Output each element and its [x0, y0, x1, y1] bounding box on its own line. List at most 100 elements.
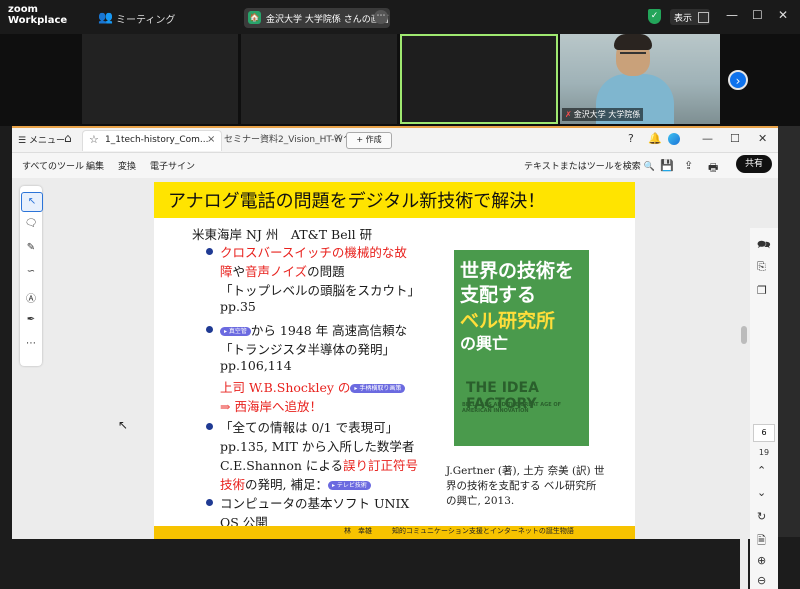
zoom-top-bar: zoom Workplace 👥 ミーティング 🏠 金沢大学 大学院係 さんの画… — [0, 0, 800, 34]
share-badge-icon: 🏠 — [248, 11, 261, 24]
document-area[interactable]: ↖ 🗨 ✎ ∽ Ⓐ ✒ ⋯ ↖ アナログ電話の問題をデジタル新技術で解決！ 米東… — [12, 178, 778, 589]
share-button[interactable]: 共有 — [736, 155, 772, 173]
comments-panel-icon[interactable]: 🗪 — [757, 236, 771, 255]
participant-name: 金沢大学 大学院係 — [573, 110, 641, 119]
freehand-icon[interactable]: ∽ — [20, 266, 42, 277]
vertical-scrollbar[interactable] — [740, 228, 748, 589]
maximize-icon[interactable]: ☐ — [730, 132, 740, 145]
text-segment: の発明, 補足： — [245, 477, 328, 492]
page-up-icon[interactable]: ⌃ — [757, 464, 766, 477]
star-icon[interactable]: ☆ — [89, 133, 99, 146]
pen-icon[interactable]: ✎ — [20, 242, 42, 253]
bullet2-line2: 「トランジスタ半導体の発明」 — [220, 342, 396, 357]
search-icon: 🔍 — [643, 162, 655, 172]
print-icon[interactable]: 🖶 — [708, 159, 718, 178]
meeting-label[interactable]: ミーティング — [116, 11, 175, 26]
menu-button[interactable]: ☰ メニュー — [18, 133, 65, 146]
video-tile[interactable] — [241, 34, 397, 124]
link-pill-vacuum[interactable]: ▸ 真空管 — [220, 327, 251, 336]
view-button[interactable]: 表示 — [670, 9, 710, 25]
menu-label: メニュー — [28, 136, 65, 146]
home-icon[interactable]: ⌂ — [64, 131, 72, 145]
bullet4-line1: コンピュータの基本ソフト UNIX — [220, 496, 410, 511]
gallery-next-button[interactable]: › — [728, 70, 748, 90]
close-icon[interactable]: ✕ — [758, 132, 767, 145]
bookmark-icon[interactable]: ⎘ — [757, 260, 766, 274]
mouse-cursor-icon: ↖ — [118, 418, 129, 432]
create-button[interactable]: + 作成 — [346, 132, 392, 149]
minimize-icon[interactable]: — — [702, 132, 713, 145]
right-panel: 🗪 ⎘ ❐ 6 19 ⌃ ⌄ ↻ 🗎 ⊕ ⊖ — [750, 228, 778, 589]
text-segment: や — [232, 264, 246, 279]
more-options-icon[interactable]: ⋯ — [374, 10, 388, 24]
acrobat-toolbar: すべてのツール 編集 変換 電子サイン テキストまたはツールを検索 🔍 💾 ⇪ … — [12, 153, 778, 177]
mic-muted-icon: ✗ — [565, 110, 572, 119]
menu-esign[interactable]: 電子サイン — [150, 159, 195, 172]
share-label: 金沢大学 大学院係 さんの画面 — [266, 15, 389, 25]
text-segment: から 1948 年 高速高信頼な — [250, 323, 408, 338]
bullet-dot — [206, 248, 213, 255]
bullet2-line5: ⇒ 西海岸へ追放！ — [220, 399, 322, 414]
background-edge — [778, 126, 800, 537]
bullet3-line1: 「全ての情報は 0/1 で表現可」 — [220, 420, 399, 435]
minimize-icon[interactable]: — — [726, 8, 738, 22]
upload-icon[interactable]: ⇪ — [684, 159, 693, 172]
save-icon[interactable]: 💾 — [660, 159, 674, 172]
link-pill-tv[interactable]: ▸ テレビ技術 — [327, 481, 371, 490]
text-segment: 誤り訂正符号 — [343, 458, 419, 473]
book-title-1: 世界の技術を — [460, 260, 575, 282]
search-tools[interactable]: テキストまたはツールを検索 🔍 — [524, 159, 655, 172]
comment-icon[interactable]: 🗨 — [20, 218, 42, 229]
tab-document-1[interactable]: ☆ 1_1tech-history_Com... × — [82, 130, 222, 151]
footer-series: 知的コミュニケーション支援とインターネットの誕生物語 — [392, 527, 574, 535]
maximize-icon[interactable]: ☐ — [752, 8, 763, 22]
close-tab-icon[interactable]: × — [334, 132, 342, 143]
page-down-icon[interactable]: ⌄ — [757, 486, 766, 499]
tab-bar: ☰ メニュー ⌂ ☆ 1_1tech-history_Com... × セミナー… — [12, 128, 778, 153]
screen-share-indicator[interactable]: 🏠 金沢大学 大学院係 さんの画面 ⋯ — [244, 8, 390, 28]
video-tile[interactable] — [82, 34, 238, 124]
video-tile-participant[interactable]: ✗ 金沢大学 大学院係 — [560, 34, 720, 124]
bullet2-line4: 上司 W.B.Shockley の ▸ 手柄横取り画策 — [220, 377, 406, 396]
text-segment: 技術 — [220, 477, 246, 492]
slide-page: アナログ電話の問題をデジタル新技術で解決！ 米東海岸 NJ 州 AT&T Bel… — [154, 182, 635, 539]
help-icon[interactable]: ? — [628, 132, 634, 145]
slide-title: アナログ電話の問題をデジタル新技術で解決！ — [168, 191, 546, 212]
close-icon[interactable]: ✕ — [778, 8, 788, 22]
video-gallery: ✗ 金沢大学 大学院係 › — [0, 34, 800, 126]
more-tools-icon[interactable]: ⋯ — [20, 338, 42, 349]
close-tab-icon[interactable]: × — [207, 134, 215, 145]
bullet-dot — [206, 499, 213, 506]
tab-label: 1_1tech-history_Com... — [105, 135, 209, 145]
video-tile-active-speaker[interactable] — [400, 34, 558, 124]
page-number-input[interactable]: 6 — [753, 424, 775, 442]
left-tool-rail: ↖ 🗨 ✎ ∽ Ⓐ ✒ ⋯ — [20, 186, 43, 366]
grid-icon — [698, 12, 709, 23]
acrobat-window: ☰ メニュー ⌂ ☆ 1_1tech-history_Com... × セミナー… — [12, 126, 778, 589]
zoom-out-icon[interactable]: ⊖ — [757, 574, 766, 587]
link-pill-credit[interactable]: ▸ 手柄横取り画策 — [350, 384, 406, 393]
book-title-3: ベル研究所 — [460, 310, 556, 332]
text-select-icon[interactable]: Ⓐ — [20, 290, 42, 305]
menu-all-tools[interactable]: すべてのツール — [22, 159, 84, 172]
participant-glasses — [620, 52, 646, 60]
menu-convert[interactable]: 変換 — [118, 159, 136, 172]
meeting-icon[interactable]: 👥 — [98, 10, 113, 24]
pages-icon[interactable]: ❐ — [757, 284, 767, 297]
select-cursor-icon[interactable]: ↖ — [21, 192, 43, 212]
zoom-logo: zoom Workplace — [8, 4, 67, 26]
bullet1-line2: 障や音声ノイズの問題 — [220, 261, 345, 280]
bullet1-line1: クロスバースイッチの機械的な故 — [220, 245, 407, 260]
fill-sign-icon[interactable]: ✒ — [20, 314, 42, 325]
profile-avatar[interactable] — [668, 133, 680, 145]
bell-icon[interactable]: 🔔 — [648, 132, 662, 145]
book-english-subtitle: BELL LABS AND THE GREAT AGE OF AMERICAN … — [462, 402, 562, 414]
security-shield-icon[interactable]: ✓ — [648, 9, 661, 24]
scroll-thumb[interactable] — [741, 326, 747, 344]
menu-edit[interactable]: 編集 — [86, 159, 104, 172]
zoom-in-icon[interactable]: ⊕ — [757, 554, 766, 567]
document-icon[interactable]: 🗎 — [757, 532, 766, 551]
view-label: 表示 — [674, 14, 693, 24]
rotate-icon[interactable]: ↻ — [757, 510, 766, 523]
book-cover-image: 世界の技術を 支配する ベル研究所 の興亡 THE IDEA FACTORY B… — [454, 250, 589, 446]
